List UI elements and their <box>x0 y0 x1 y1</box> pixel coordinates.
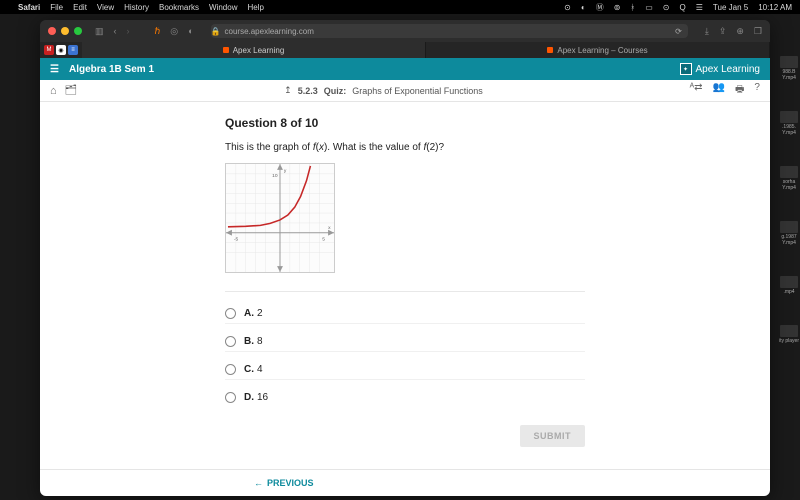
desktop-file[interactable]: sorha Y.mp4 <box>778 166 800 191</box>
breadcrumb: ↥ 5.2.3 Quiz: Graphs of Exponential Func… <box>284 85 483 96</box>
macos-menubar: Safari File Edit View History Bookmarks … <box>0 0 800 14</box>
extension-icon[interactable]: ◐ <box>188 26 193 36</box>
previous-button[interactable]: ← PREVIOUS <box>254 478 314 488</box>
apex-header: ☰ Algebra 1B Sem 1 ✦ Apex Learning <box>40 58 770 80</box>
x-tick-label: -5 <box>234 237 239 243</box>
menu-help[interactable]: Help <box>247 3 263 12</box>
radio-icon[interactable] <box>225 392 236 403</box>
window-titlebar: ▥ ‹ › ℏ ◎ ◐ 🔒 course.apexlearning.com ⟳ … <box>40 20 770 42</box>
tabs-icon[interactable]: ❐ <box>754 26 762 37</box>
apex-logo-icon: ✦ <box>680 63 692 75</box>
breadcrumb-type: Quiz: <box>324 86 347 96</box>
breadcrumb-up-icon[interactable]: ↥ <box>284 85 292 96</box>
apex-breadcrumb-bar: ⌂ 🗂 ↥ 5.2.3 Quiz: Graphs of Exponential … <box>40 80 770 102</box>
home-icon[interactable]: ⌂ <box>50 85 57 97</box>
menu-file[interactable]: File <box>50 3 63 12</box>
desktop-file[interactable]: 988.B Y.mp4 <box>778 56 800 81</box>
arrow-left-icon: ← <box>254 478 263 488</box>
tab-apex-courses[interactable]: Apex Learning – Courses <box>426 42 770 58</box>
menubar-date[interactable]: Tue Jan 5 <box>713 3 748 12</box>
download-icon[interactable]: ⤓ <box>705 26 709 37</box>
menu-view[interactable]: View <box>97 3 114 12</box>
breadcrumb-title: Graphs of Exponential Functions <box>352 86 483 96</box>
url-text: course.apexlearning.com <box>225 27 314 36</box>
answer-option-b[interactable]: B.8 <box>225 332 585 352</box>
pinned-tab-icon[interactable]: ≡ <box>68 45 78 55</box>
y-axis-label: y <box>284 169 287 174</box>
x-axis-label: x <box>328 226 331 231</box>
extension-honey-icon[interactable]: ℏ <box>155 26 161 37</box>
breadcrumb-code: 5.2.3 <box>298 86 318 96</box>
quiz-content: Question 8 of 10 This is the graph of f(… <box>40 102 770 469</box>
x-tick-label: 5 <box>322 237 325 243</box>
answer-list: A.2 B.8 C.4 D.16 <box>225 304 585 407</box>
menubar-time[interactable]: 10:12 AM <box>758 3 792 12</box>
people-icon[interactable]: 👥 <box>713 82 725 99</box>
close-window-button[interactable] <box>48 27 56 35</box>
zoom-window-button[interactable] <box>74 27 82 35</box>
control-center-icon[interactable]: ☰ <box>696 3 703 12</box>
question-prompt: This is the graph of f(x). What is the v… <box>225 142 585 153</box>
briefcase-icon[interactable]: 🗂 <box>65 85 78 96</box>
desktop-file[interactable]: g.1987 Y.mp4 <box>778 221 800 246</box>
tab-apex-learning[interactable]: Apex Learning <box>82 42 426 58</box>
wifi-icon[interactable]: ⊚ <box>614 3 621 12</box>
bluetooth-icon[interactable]: ᚼ <box>630 3 635 12</box>
app-name[interactable]: Safari <box>18 3 40 12</box>
battery-icon[interactable]: ▭ <box>645 3 653 12</box>
divider <box>225 291 585 292</box>
new-tab-icon[interactable]: ⊕ <box>736 26 744 37</box>
share-icon[interactable]: ⇪ <box>719 26 727 37</box>
radio-icon[interactable] <box>225 364 236 375</box>
tab-favicon-icon <box>547 47 553 53</box>
desktop-files: 988.B Y.mp4 .1985. Y.mp4 sorha Y.mp4 g.1… <box>778 16 800 344</box>
function-graph: y 10 x -5 5 <box>225 163 335 273</box>
answer-option-a[interactable]: A.2 <box>225 304 585 324</box>
translate-icon[interactable]: ᴬ⇄ <box>690 82 703 99</box>
desktop-file[interactable]: .1985. Y.mp4 <box>778 111 800 136</box>
status-icon: Ⓜ <box>596 2 604 13</box>
help-icon[interactable]: ? <box>754 82 760 99</box>
menu-history[interactable]: History <box>124 3 149 12</box>
question-heading: Question 8 of 10 <box>225 116 585 130</box>
forward-button[interactable]: › <box>127 26 130 36</box>
status-icon: ◐ <box>581 3 586 12</box>
nav-menu-icon[interactable]: ☰ <box>50 64 59 75</box>
desktop-file[interactable]: .mp4 <box>778 276 800 295</box>
desktop-file[interactable]: ity player <box>778 325 800 344</box>
menu-window[interactable]: Window <box>209 3 237 12</box>
address-bar[interactable]: 🔒 course.apexlearning.com ⟳ <box>211 24 688 38</box>
apex-brand[interactable]: ✦ Apex Learning <box>680 63 761 75</box>
radio-icon[interactable] <box>225 336 236 347</box>
print-icon[interactable]: 🖶 <box>735 82 744 99</box>
search-icon[interactable]: Q <box>680 3 686 12</box>
spotlight-icon[interactable]: ⊙ <box>663 3 670 12</box>
answer-option-c[interactable]: C.4 <box>225 360 585 380</box>
browser-tabbar: M ◉ ≡ Apex Learning Apex Learning – Cour… <box>40 42 770 58</box>
tab-favicon-icon <box>223 47 229 53</box>
menu-edit[interactable]: Edit <box>73 3 87 12</box>
menu-bookmarks[interactable]: Bookmarks <box>159 3 199 12</box>
back-button[interactable]: ‹ <box>114 26 117 36</box>
sidebar-icon[interactable]: ▥ <box>95 26 104 37</box>
answer-option-d[interactable]: D.16 <box>225 388 585 407</box>
pinned-tab-icon[interactable]: M <box>44 45 54 55</box>
status-icon: ⊙ <box>564 3 571 12</box>
apex-page: ☰ Algebra 1B Sem 1 ✦ Apex Learning ⌂ 🗂 ↥… <box>40 58 770 496</box>
y-tick-label: 10 <box>272 173 278 179</box>
reload-icon[interactable]: ⟳ <box>675 27 688 36</box>
quiz-footer: ← PREVIOUS <box>40 469 770 496</box>
lock-icon: 🔒 <box>211 27 221 36</box>
course-title: Algebra 1B Sem 1 <box>69 64 154 75</box>
extension-icon[interactable]: ◎ <box>170 26 178 37</box>
submit-button[interactable]: SUBMIT <box>520 425 586 447</box>
safari-window: ▥ ‹ › ℏ ◎ ◐ 🔒 course.apexlearning.com ⟳ … <box>40 20 770 496</box>
minimize-window-button[interactable] <box>61 27 69 35</box>
radio-icon[interactable] <box>225 308 236 319</box>
pinned-tab-icon[interactable]: ◉ <box>56 45 66 55</box>
